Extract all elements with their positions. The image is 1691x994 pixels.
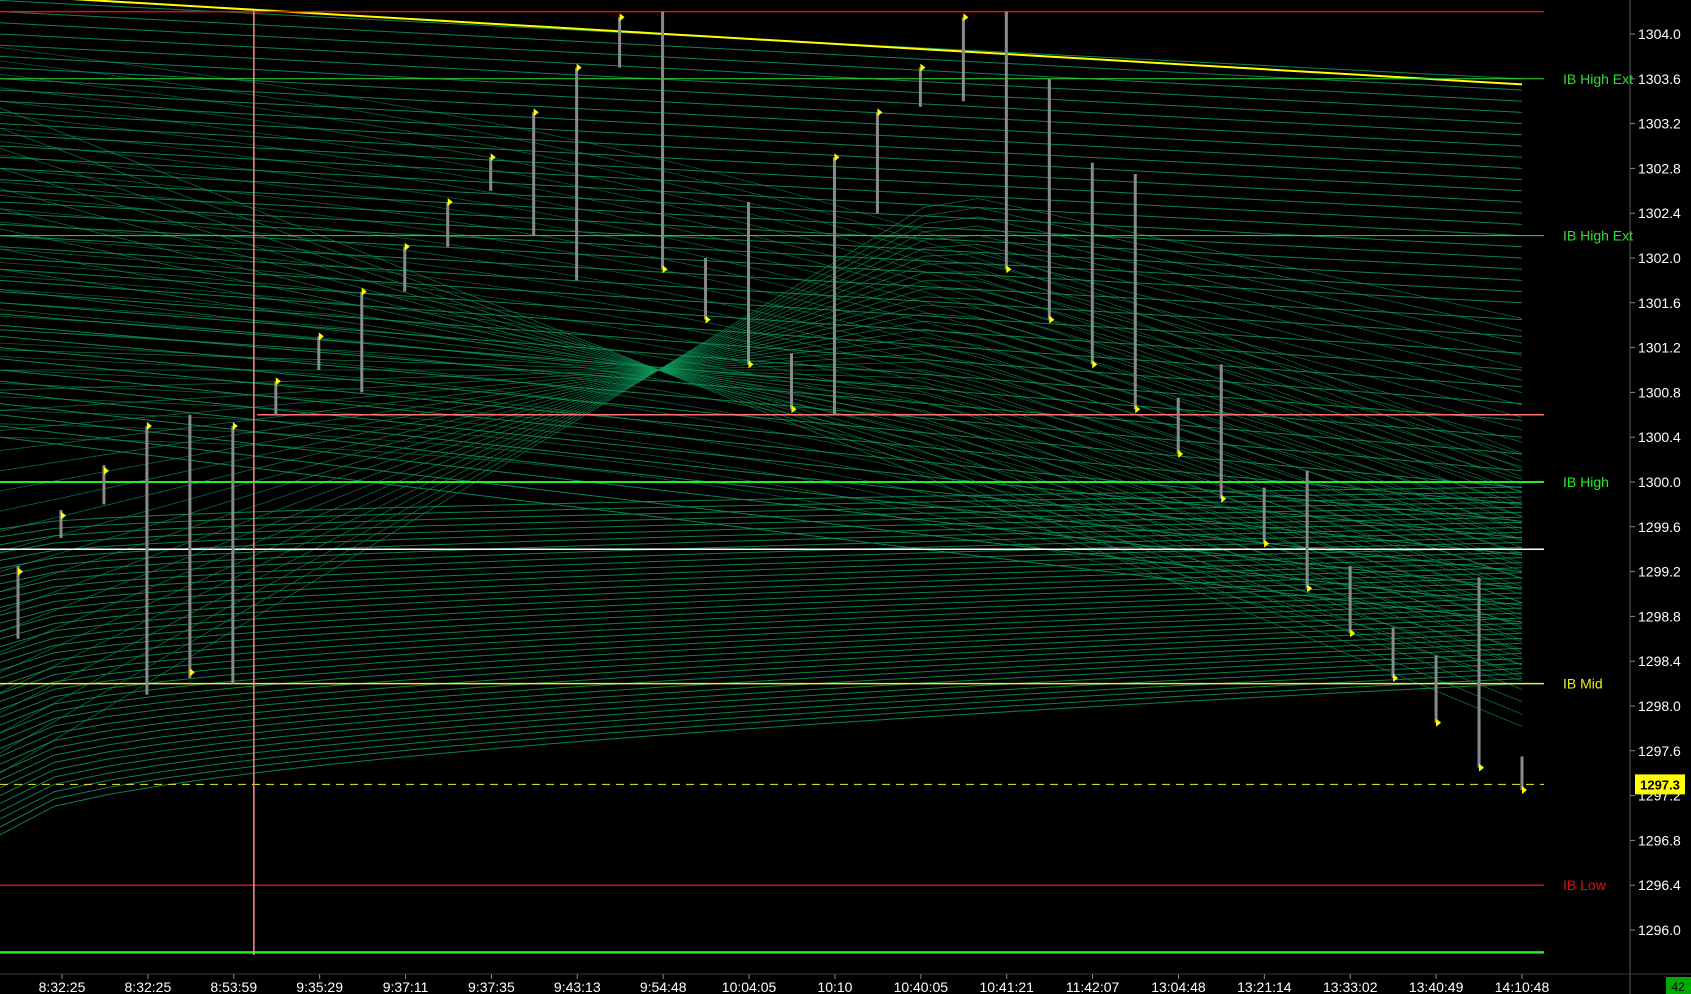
price-tick-label: 1297.6	[1638, 743, 1681, 759]
price-tick-label: 1300.4	[1638, 429, 1681, 445]
time-tick-label: 11:42:07	[1066, 979, 1120, 994]
level-label: IB High	[1563, 474, 1609, 490]
time-tick-label: 14:10:48	[1495, 979, 1550, 994]
price-tick-label: 1302.8	[1638, 160, 1681, 176]
time-tick-label: 9:37:11	[383, 979, 429, 994]
level-label: IB High Ext	[1563, 71, 1633, 87]
time-tick-label: 13:40:49	[1409, 979, 1464, 994]
price-tick-label: 1300.0	[1638, 474, 1681, 490]
time-tick-label: 9:35:29	[296, 979, 343, 994]
price-tick-label: 1298.4	[1638, 653, 1681, 669]
time-tick-label: 13:33:02	[1323, 979, 1378, 994]
time-tick-label: 8:53:59	[210, 979, 257, 994]
price-tick-label: 1298.0	[1638, 698, 1681, 714]
time-tick-label: 10:40:05	[894, 979, 949, 994]
time-tick-label: 9:54:48	[640, 979, 687, 994]
price-tick-label: 1303.6	[1638, 71, 1681, 87]
price-tick-label: 1296.0	[1638, 922, 1681, 938]
corner-badge: 42	[1666, 977, 1691, 994]
price-tick-label: 1302.0	[1638, 250, 1681, 266]
price-chart[interactable]: 1304.0 1303.6 1303.2 1302.8 1302.4 1302.0 1301…	[0, 0, 1691, 994]
price-tick-label: 1298.8	[1638, 608, 1681, 624]
time-tick-label: 9:43:13	[554, 979, 601, 994]
time-tick-label: 8:32:25	[125, 979, 172, 994]
current-price-badge: 1297.3	[1635, 774, 1685, 795]
time-tick-label: 10:04:05	[722, 979, 777, 994]
price-tick-label: 1303.2	[1638, 116, 1681, 132]
time-tick-label: 10:10	[817, 979, 852, 994]
corner-badge-label: 42	[1671, 980, 1685, 994]
price-tick-label: 1296.8	[1638, 832, 1681, 848]
price-axis: 1304.0 1303.6 1303.2 1302.8 1302.4 1302.0 1301…	[1630, 26, 1681, 938]
price-tick-label: 1304.0	[1638, 26, 1681, 42]
price-tick-label: 1301.2	[1638, 340, 1681, 356]
time-tick-label: 13:21:14	[1237, 979, 1292, 994]
level-label: IB Mid	[1563, 676, 1603, 692]
price-tick-label: 1296.4	[1638, 877, 1681, 893]
time-tick-label: 13:04:48	[1151, 979, 1206, 994]
price-tick-label: 1302.4	[1638, 205, 1681, 221]
level-label: IB High Ext	[1563, 228, 1633, 244]
time-tick-label: 9:37:35	[468, 979, 515, 994]
price-tick-label: 1300.8	[1638, 384, 1681, 400]
price-tick-label: 1299.6	[1638, 519, 1681, 535]
time-tick-label: 10:41:21	[979, 979, 1034, 994]
price-tick-label: 1299.2	[1638, 564, 1681, 580]
time-tick-label: 8:32:25	[39, 979, 86, 994]
price-tick-label: 1301.6	[1638, 295, 1681, 311]
current-price-label: 1297.3	[1640, 777, 1680, 792]
level-label: IB Low	[1563, 877, 1607, 893]
